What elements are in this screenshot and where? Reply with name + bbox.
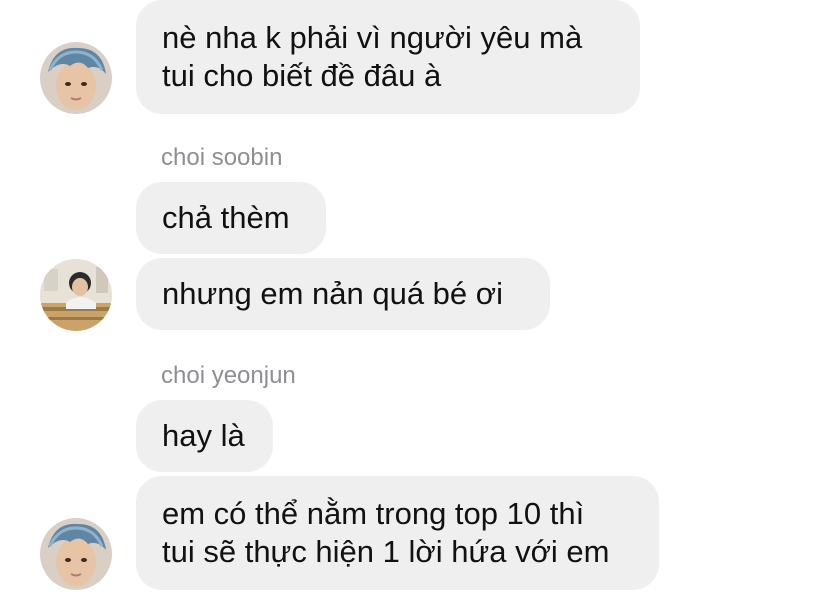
message-line: tui cho biết đề đâu à	[162, 58, 442, 93]
message-bubble[interactable]: nhưng em nản quá bé ơi	[136, 258, 550, 330]
sender-name: choi yeonjun	[161, 362, 296, 389]
message-thread: nè nha k phải vì người yêu mà tui cho bi…	[0, 0, 828, 614]
message-line: nè nha k phải vì người yêu mà	[162, 20, 583, 55]
message-line: chả thèm	[162, 200, 290, 235]
sender-name: choi soobin	[161, 144, 283, 171]
blue-hair-avatar-icon	[40, 42, 112, 114]
message-line: hay là	[162, 418, 245, 453]
message-line: em có thể nằm trong top 10 thì	[162, 496, 585, 531]
message-bubble[interactable]: em có thể nằm trong top 10 thì tui sẽ th…	[136, 476, 659, 590]
message-bubble[interactable]: nè nha k phải vì người yêu mà tui cho bi…	[136, 0, 640, 114]
sender-avatar[interactable]	[40, 42, 112, 114]
sender-avatar[interactable]	[40, 518, 112, 590]
photo-avatar-icon	[40, 259, 112, 331]
message-line: tui sẽ thực hiện 1 lời hứa với em	[162, 534, 610, 569]
message-bubble[interactable]: chả thèm	[136, 182, 326, 254]
message-line: nhưng em nản quá bé ơi	[162, 276, 503, 311]
sender-avatar[interactable]	[40, 259, 112, 331]
blue-hair-avatar-icon	[40, 518, 112, 590]
message-bubble[interactable]: hay là	[136, 400, 273, 472]
